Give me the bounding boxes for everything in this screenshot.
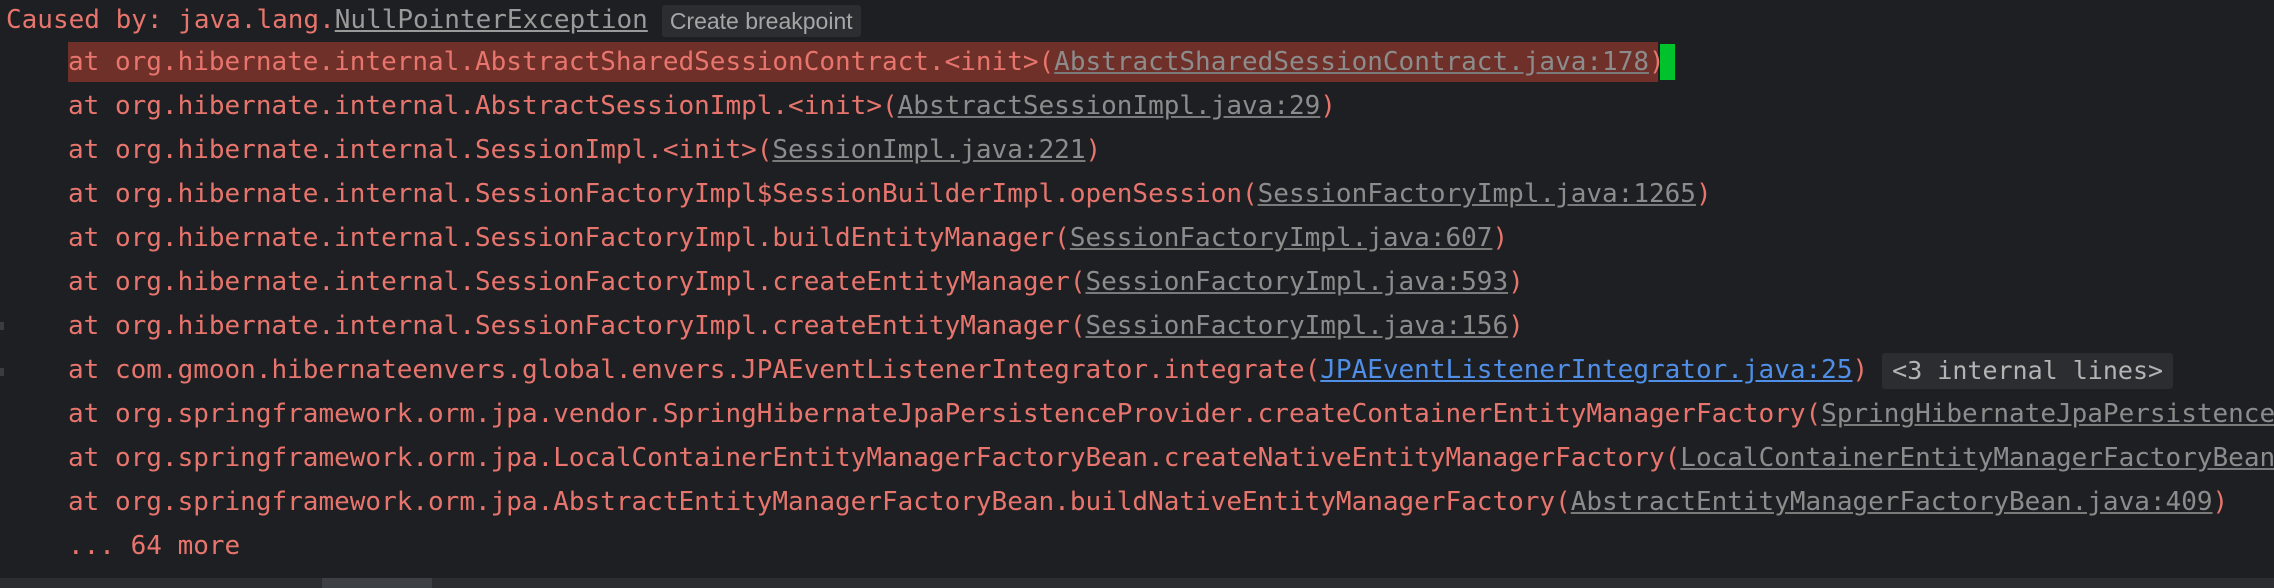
frame-text: at org.springframework.orm.jpa.AbstractE… xyxy=(68,487,1571,517)
gutter-fold-mark[interactable] xyxy=(0,368,4,376)
frame-suffix: ) xyxy=(1320,91,1336,121)
frame-suffix: ) xyxy=(2212,487,2229,517)
frame-text: at org.springframework.orm.jpa.LocalCont… xyxy=(68,443,1681,473)
create-breakpoint-button[interactable]: Create breakpoint xyxy=(661,4,861,37)
frame-source-link[interactable]: LocalContainerEntityManagerFactoryBean. xyxy=(1680,443,2274,473)
stack-frame: at org.hibernate.internal.AbstractSessio… xyxy=(68,86,1336,126)
frame-suffix: ) xyxy=(1649,47,1665,77)
caused-by-line: Caused by: java.lang.NullPointerExceptio… xyxy=(6,0,861,40)
stack-frame: at org.springframework.orm.jpa.vendor.Sp… xyxy=(68,394,2274,434)
internal-lines-fold[interactable]: <3 internal lines> xyxy=(1882,352,2174,389)
toolbar-tab[interactable] xyxy=(322,578,432,588)
gutter-fold-mark[interactable] xyxy=(0,322,4,330)
stack-frame: at org.springframework.orm.jpa.LocalCont… xyxy=(68,438,2274,478)
more-frames-line: ... 64 more xyxy=(68,531,241,561)
stack-frame: at org.springframework.orm.jpa.AbstractE… xyxy=(68,482,2228,522)
frame-text: at org.hibernate.internal.SessionFactory… xyxy=(68,267,1086,297)
frame-text: at com.gmoon.hibernateenvers.global.enve… xyxy=(68,355,1321,385)
frame-source-link[interactable]: SessionFactoryImpl.java:593 xyxy=(1085,267,1508,297)
frame-text: at org.hibernate.internal.SessionFactory… xyxy=(68,223,1070,253)
frame-source-link[interactable]: SessionImpl.java:221 xyxy=(772,135,1085,165)
frame-text: at org.springframework.orm.jpa.vendor.Sp… xyxy=(68,399,1822,429)
frame-source-link[interactable]: SessionFactoryImpl.java:1265 xyxy=(1258,179,1696,209)
frame-source-link[interactable]: AbstractEntityManagerFactoryBean.java:40… xyxy=(1571,487,2213,517)
stack-frame: at org.hibernate.internal.SessionImpl.<i… xyxy=(68,130,1101,170)
frame-text: at org.hibernate.internal.SessionFactory… xyxy=(68,179,1258,209)
frame-source-link[interactable]: AbstractSessionImpl.java:29 xyxy=(898,91,1321,121)
frame-source-link[interactable]: AbstractSharedSessionContract.java:178 xyxy=(1054,47,1649,77)
bottom-toolbar xyxy=(0,578,2274,588)
frame-source-link[interactable]: SessionFactoryImpl.java:607 xyxy=(1070,223,1493,253)
frame-suffix: ) xyxy=(1852,355,1869,385)
stack-frame: at org.hibernate.internal.SessionFactory… xyxy=(68,306,1524,346)
stack-frame: at org.hibernate.internal.SessionFactory… xyxy=(68,218,1508,258)
console-output: Caused by: java.lang.NullPointerExceptio… xyxy=(0,0,2274,588)
frame-suffix: ) xyxy=(1508,311,1524,341)
frame-suffix: ) xyxy=(1508,267,1524,297)
frame-suffix: ) xyxy=(1085,135,1102,165)
caused-by-prefix: Caused by: java.lang. xyxy=(6,5,335,35)
stack-frame: at com.gmoon.hibernateenvers.global.enve… xyxy=(68,350,2174,390)
frame-text: at org.hibernate.internal.SessionImpl.<i… xyxy=(68,135,773,165)
frame-suffix: ) xyxy=(1695,179,1712,209)
stack-frame: at org.hibernate.internal.SessionFactory… xyxy=(68,262,1524,302)
frame-source-link[interactable]: SessionFactoryImpl.java:156 xyxy=(1085,311,1508,341)
frame-text: at org.hibernate.internal.AbstractSessio… xyxy=(68,91,898,121)
frame-text: at org.hibernate.internal.AbstractShared… xyxy=(68,47,1055,77)
stack-frame: at org.hibernate.internal.AbstractShared… xyxy=(68,42,1665,82)
frame-suffix: ) xyxy=(1492,223,1509,253)
frame-text: at org.hibernate.internal.SessionFactory… xyxy=(68,311,1086,341)
frame-source-link-user-code[interactable]: JPAEventListenerIntegrator.java:25 xyxy=(1320,355,1852,385)
frame-source-link[interactable]: SpringHibernateJpaPersistenceP xyxy=(1821,399,2274,429)
exception-link[interactable]: NullPointerException xyxy=(335,5,648,35)
stack-frame: at org.hibernate.internal.SessionFactory… xyxy=(68,174,1712,214)
